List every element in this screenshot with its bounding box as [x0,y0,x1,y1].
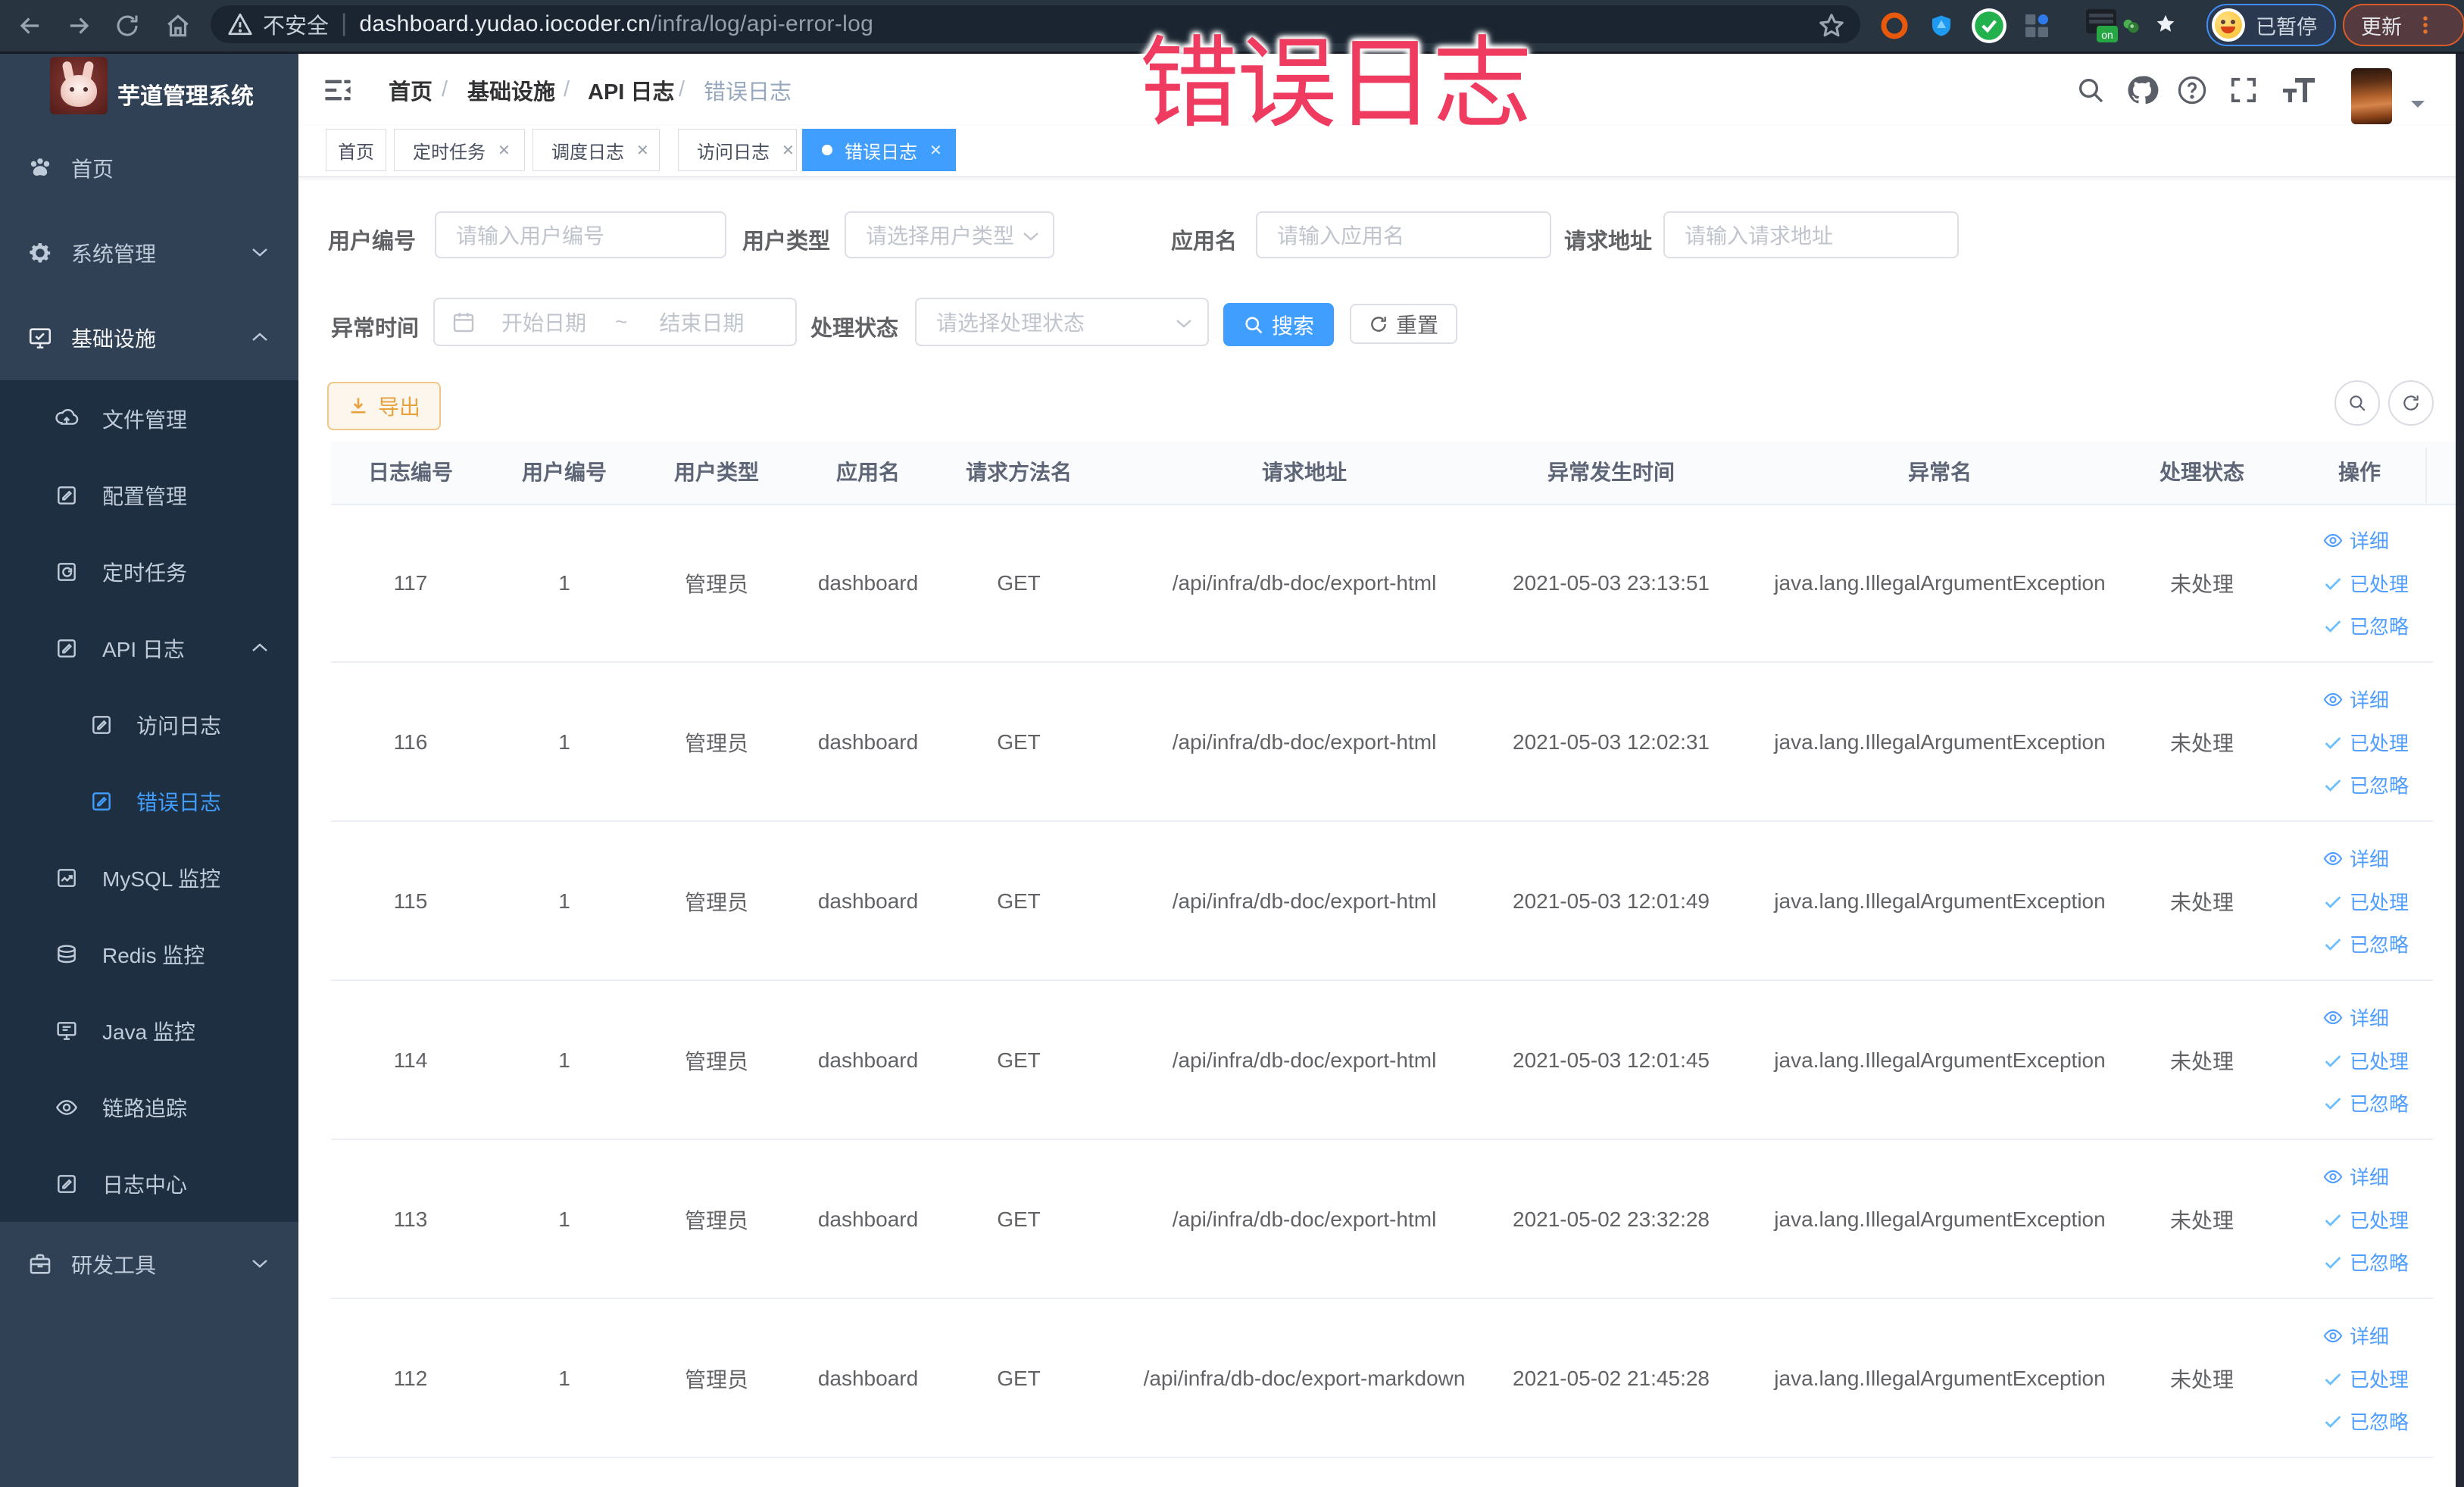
svg-text:on: on [2101,29,2113,41]
